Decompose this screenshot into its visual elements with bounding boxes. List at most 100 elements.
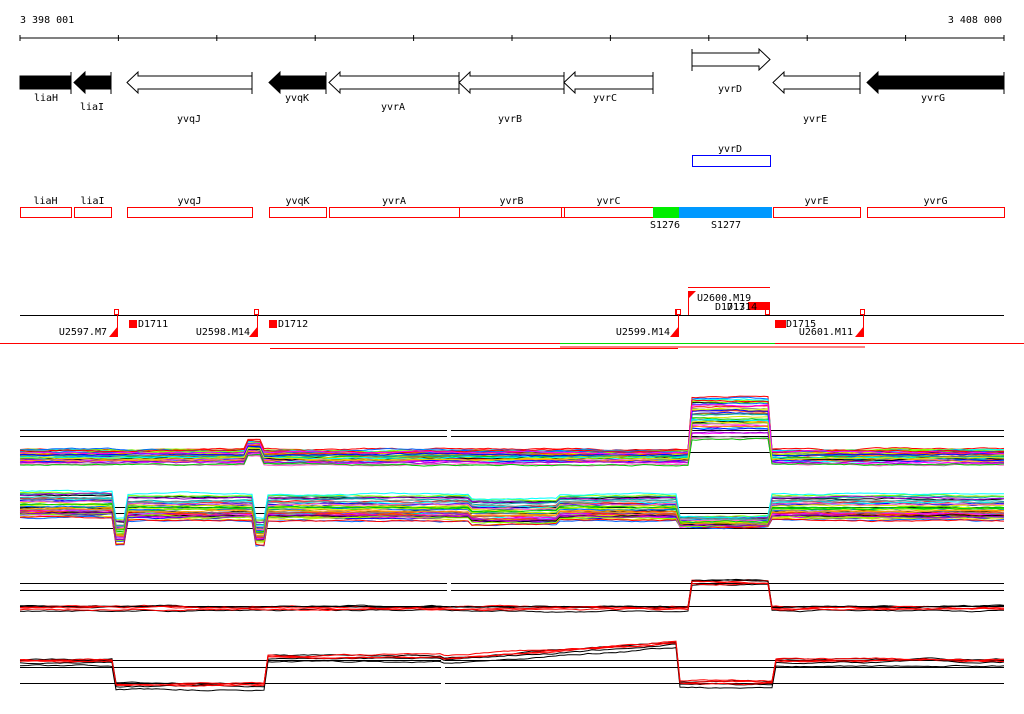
segment-label: D1714 [727,302,757,313]
gene-label: yvrD [718,84,742,95]
profile-line [19,395,1005,452]
ruler-start-label: 3 398 001 [20,15,74,26]
profile-panel-3 [19,578,1005,613]
gene-yvrG[interactable]: yvrG [866,70,1005,104]
gene-box-yvrG[interactable] [867,207,1005,218]
downstream-segment-D1714[interactable]: D1714 [727,302,770,313]
upstream-segment-U2599.M14[interactable]: U2599.M14 [616,309,680,339]
gene-arrow-icon [691,47,771,72]
downstream-segment-D1712[interactable]: D1712 [269,319,308,330]
gene-box-label: yvrE [804,196,828,207]
gene-box-label: yvrC [596,196,620,207]
gene-box-yvrA[interactable] [329,207,460,218]
gene-label: yvrC [593,93,617,104]
gene-box-yvrB[interactable] [459,207,565,218]
gene-arrow-icon [268,70,327,95]
coordinate-ruler: 3 398 001 3 408 000 [19,15,1005,41]
gene-arrow-icon [866,70,1005,95]
gene-box-label: liaH [33,196,57,207]
profile-line [19,579,1005,610]
gene-liaI[interactable]: liaI [73,70,112,113]
gene-label: yvrB [498,114,522,125]
profile-line [19,642,1005,687]
gene-box-label: liaI [80,196,104,207]
gene-arrow-icon [563,70,654,95]
profile-line [19,400,1005,454]
gene-label: yvrE [803,114,827,125]
site-S1277[interactable] [679,207,772,218]
gene-box-yvrC[interactable] [564,207,654,218]
annotation-box[interactable] [692,155,771,167]
gene-yvrB[interactable]: yvrB [458,70,565,125]
site-S1276[interactable] [653,207,679,218]
upstream-segment-U2597.M7[interactable]: U2597.M7 [59,309,119,339]
segment-handle [254,309,259,315]
gene-box-label: yvrG [923,196,947,207]
segment-label: D1712 [278,319,308,330]
gene-arrow-icon [126,70,253,95]
gene-arrow-icon [458,70,565,95]
segment-track: U2597.M7 U2598.M14 U2599.M14U2600.M19U2601… [0,287,1024,349]
segment-handle [860,309,865,315]
gene-yvrC[interactable]: yvrC [563,70,654,104]
segment-flag-icon [670,326,679,337]
profile-line [19,403,1004,455]
gene-arrow-icon [73,70,112,95]
gene-box-yvqJ[interactable] [127,207,253,218]
segment-flag-icon [855,326,864,337]
gene-box-liaH[interactable] [20,207,72,218]
gene-box-label: yvqK [285,196,309,207]
gene-box-liaI[interactable] [74,207,112,218]
segment-flag-icon [249,326,258,337]
expression-profiles [19,395,1005,692]
gene-box-label: yvrB [499,196,523,207]
segment-label: U2599.M14 [616,327,670,338]
gene-track: liaH liaI yvqJ yvqK yvrA yvrB yvrC yvrD yvrE yvrG [19,47,1005,125]
gene-label: liaI [80,102,104,113]
profile-line [19,407,1005,456]
gene-yvrA[interactable]: yvrA [328,70,460,113]
profile-line [19,402,1005,455]
segment-handle [676,309,681,315]
gene-label: yvrA [381,102,405,113]
gene-liaH[interactable]: liaH [19,72,72,104]
segment-label: U2597.M7 [59,327,107,338]
segment-handle [114,309,119,315]
profile-line [19,400,1005,454]
segment-block [129,320,137,328]
downstream-segment-D1715[interactable]: D1715 [775,319,816,330]
profile-line [19,640,1005,686]
gene-box-label: yvqJ [177,196,201,207]
downstream-segment-D1711[interactable]: D1711 [129,319,168,330]
profile-line [19,643,1004,687]
segment-flag-icon [109,326,118,337]
gene-box-yvrE[interactable] [773,207,861,218]
upstream-segment-U2598.M14[interactable]: U2598.M14 [196,309,259,339]
segment-block [269,320,277,328]
gene-arrow-icon [772,70,861,95]
site-label: S1277 [711,220,741,231]
site-label: S1276 [650,220,680,231]
profile-panel-1 [19,395,1005,467]
gene-label: yvrG [921,93,945,104]
gene-yvqJ[interactable]: yvqJ [126,70,253,125]
profile-line [19,407,1005,456]
gene-box-yvqK[interactable] [269,207,327,218]
segment-flag-icon [688,291,696,299]
profile-line [19,396,1005,453]
ruler-end-label: 3 408 000 [948,15,1002,26]
profile-line [19,399,1004,454]
gene-yvrE[interactable]: yvrE [772,70,861,125]
segment-block [775,320,786,328]
profile-line [19,404,1004,454]
profile-line [19,398,1005,453]
gene-yvrD[interactable]: yvrD [691,47,771,95]
gene-yvqK[interactable]: yvqK [268,70,327,104]
profile-line [19,398,1005,453]
profile-line [19,641,1005,685]
gene-box-label: yvrA [382,196,406,207]
segment-label: D1715 [786,319,816,330]
genome-browser-view: 3 398 001 3 408 000 liaH liaI yvqJ yvqK yvrA… [0,15,1024,692]
gene-arrow-icon [328,70,460,95]
profile-panel-4 [19,640,1005,692]
